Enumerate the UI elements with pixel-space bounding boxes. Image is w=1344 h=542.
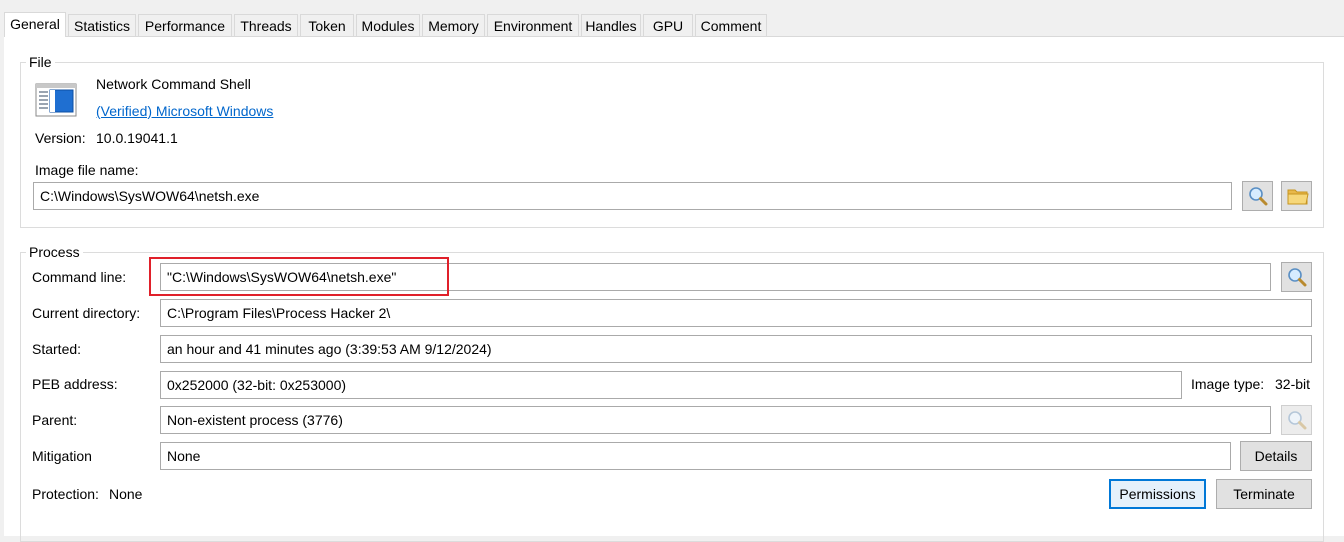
tab-token[interactable]: Token (300, 14, 354, 36)
image-file-name-label: Image file name: (35, 162, 139, 178)
tab-environment[interactable]: Environment (487, 14, 579, 36)
current-directory-field[interactable]: C:\Program Files\Process Hacker 2\ (160, 299, 1312, 327)
process-group-title: Process (26, 244, 83, 260)
tab-modules[interactable]: Modules (356, 14, 420, 36)
mitigation-field[interactable]: None (160, 442, 1231, 470)
version-label: Version: (35, 130, 86, 146)
details-button[interactable]: Details (1240, 441, 1312, 471)
file-description: Network Command Shell (96, 76, 251, 92)
tab-general[interactable]: General (4, 12, 66, 37)
tab-memory[interactable]: Memory (422, 14, 485, 36)
inspect-command-line-button[interactable] (1281, 262, 1312, 292)
tab-threads[interactable]: Threads (234, 14, 298, 36)
open-file-location-button[interactable] (1281, 181, 1312, 211)
verified-signer-link[interactable]: (Verified) Microsoft Windows (96, 103, 273, 119)
protection-label: Protection: (32, 486, 99, 502)
mitigation-label: Mitigation (32, 448, 92, 464)
tab-performance[interactable]: Performance (138, 14, 232, 36)
started-label: Started: (32, 341, 82, 357)
file-group-title: File (26, 54, 55, 70)
peb-address-field[interactable]: 0x252000 (32-bit: 0x253000) (160, 371, 1182, 399)
magnifier-icon (1249, 187, 1268, 206)
protection-value: None (109, 486, 143, 502)
inspect-file-button[interactable] (1242, 181, 1273, 211)
tab-statistics[interactable]: Statistics (68, 14, 136, 36)
folder-icon (1287, 189, 1309, 205)
current-directory-label: Current directory: (32, 305, 141, 321)
command-line-highlight (149, 257, 449, 296)
parent-label: Parent: (32, 412, 78, 428)
parent-field[interactable]: Non-existent process (3776) (160, 406, 1271, 434)
image-type-value: 32-bit (1275, 376, 1311, 392)
magnifier-icon (1288, 411, 1307, 430)
tab-gpu[interactable]: GPU (643, 14, 693, 36)
tab-comment[interactable]: Comment (695, 14, 767, 36)
started-field[interactable]: an hour and 41 minutes ago (3:39:53 AM 9… (160, 335, 1312, 363)
terminate-button[interactable]: Terminate (1216, 479, 1312, 509)
file-icon (35, 83, 77, 120)
image-type-label: Image type: (1191, 376, 1265, 392)
permissions-button[interactable]: Permissions (1109, 479, 1206, 509)
version-value: 10.0.19041.1 (96, 130, 178, 146)
image-file-name-field[interactable]: C:\Windows\SysWOW64\netsh.exe (33, 182, 1232, 210)
peb-address-label: PEB address: (32, 376, 118, 392)
inspect-parent-button[interactable] (1281, 405, 1312, 435)
magnifier-icon (1288, 268, 1307, 287)
tab-handles[interactable]: Handles (581, 14, 641, 36)
command-line-label: Command line: (32, 269, 127, 285)
